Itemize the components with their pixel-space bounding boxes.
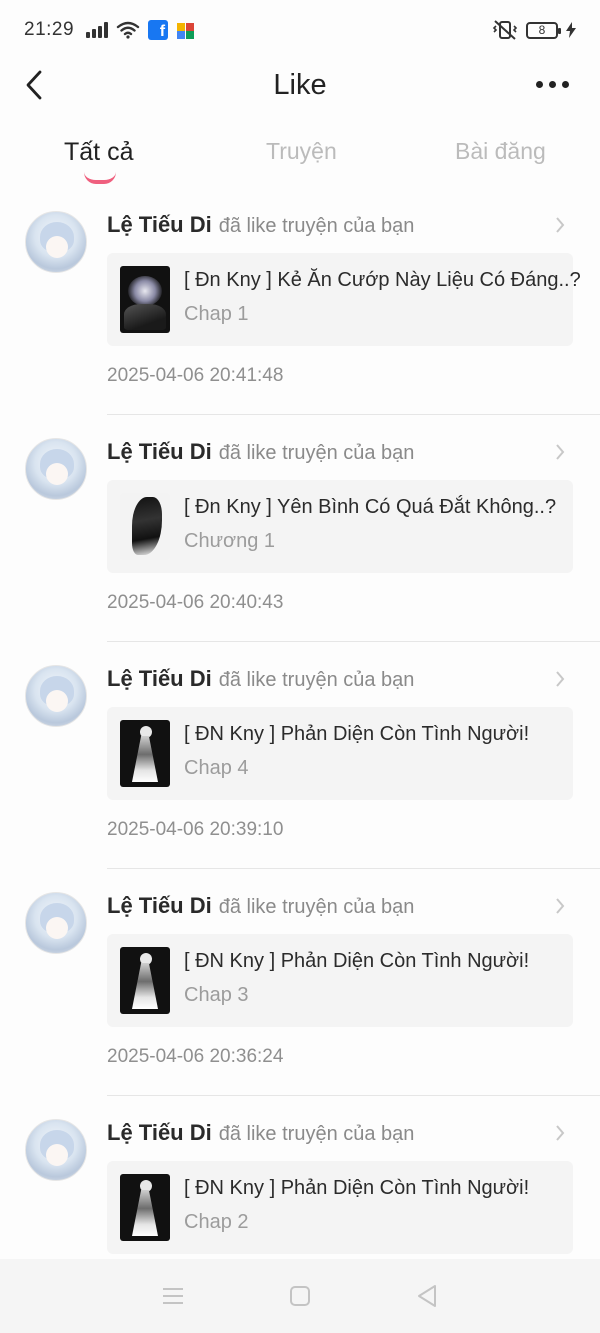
divider [107, 868, 600, 869]
chevron-right-icon[interactable] [554, 1124, 566, 1142]
liker-action: đã like truyện của bạn [218, 1123, 415, 1145]
page-title: Like [273, 68, 327, 101]
timestamp: 2025-04-06 20:36:24 [107, 1046, 284, 1067]
divider [107, 641, 600, 642]
liker-name[interactable]: Lệ Tiếu Di [107, 212, 212, 238]
battery-icon: 8 [526, 21, 561, 39]
back-button[interactable] [24, 68, 54, 102]
system-back-button[interactable] [412, 1281, 442, 1311]
story-title: [ Đn Kny ] Yên Bình Có Quá Đắt Không..? [184, 496, 557, 518]
chapter-label: Chương 1 [184, 530, 275, 552]
story-card[interactable]: [ ĐN Kny ] Phản Diện Còn Tình Người! Cha… [107, 934, 573, 1027]
liker-name[interactable]: Lệ Tiếu Di [107, 893, 212, 919]
story-cover-image [120, 720, 170, 787]
story-title: [ ĐN Kny ] Phản Diện Còn Tình Người! [184, 950, 530, 972]
story-title: [ Đn Kny ] Kẻ Ăn Cướp Này Liệu Có Đáng..… [184, 269, 581, 291]
chevron-right-icon[interactable] [554, 897, 566, 915]
tab-bar: Tất cả Truyện Bài đăng [0, 128, 600, 188]
vibrate-icon [492, 20, 518, 40]
chapter-label: Chap 4 [184, 757, 249, 779]
avatar[interactable] [25, 211, 87, 273]
chapter-label: Chap 3 [184, 984, 249, 1006]
battery-level: 8 [538, 23, 546, 37]
timestamp: 2025-04-06 20:41:48 [107, 365, 284, 386]
story-title: [ ĐN Kny ] Phản Diện Còn Tình Người! [184, 723, 530, 745]
divider [107, 414, 600, 415]
story-cover-image [120, 947, 170, 1014]
avatar[interactable] [25, 892, 87, 954]
active-tab-indicator [84, 172, 116, 184]
menu-button[interactable] [158, 1281, 188, 1311]
chevron-right-icon[interactable] [554, 670, 566, 688]
status-bar: 21:29 f 8 [0, 0, 600, 60]
story-cover-image [120, 1174, 170, 1241]
liker-name[interactable]: Lệ Tiếu Di [107, 666, 212, 692]
story-title: [ ĐN Kny ] Phản Diện Còn Tình Người! [184, 1177, 530, 1199]
chevron-right-icon[interactable] [554, 216, 566, 234]
like-notification-list: Lệ Tiếu Di đã like truyện của bạn [ Đn K… [0, 196, 600, 1331]
divider [107, 1095, 600, 1096]
puzzle-app-icon [177, 23, 195, 39]
charging-icon [566, 22, 576, 38]
chapter-label: Chap 2 [184, 1211, 249, 1233]
liker-action: đã like truyện của bạn [218, 669, 415, 691]
story-cover-image [120, 493, 170, 560]
avatar[interactable] [25, 665, 87, 727]
signal-icon [86, 22, 109, 38]
liker-action: đã like truyện của bạn [218, 896, 415, 918]
tab-stories[interactable]: Truyện [266, 138, 337, 165]
chevron-right-icon[interactable] [554, 443, 566, 461]
more-dots-icon [536, 80, 543, 88]
tab-posts[interactable]: Bài đăng [455, 138, 546, 165]
timestamp: 2025-04-06 20:40:43 [107, 592, 284, 613]
timestamp: 2025-04-06 20:39:10 [107, 819, 284, 840]
story-card[interactable]: [ ĐN Kny ] Phản Diện Còn Tình Người! Cha… [107, 1161, 573, 1254]
wifi-icon [116, 21, 140, 39]
status-time: 21:29 [24, 19, 75, 40]
system-nav-bar [0, 1259, 600, 1333]
avatar[interactable] [25, 438, 87, 500]
menu-icon [163, 1288, 184, 1304]
liker-name[interactable]: Lệ Tiếu Di [107, 1120, 212, 1146]
liker-name[interactable]: Lệ Tiếu Di [107, 439, 212, 465]
liker-action: đã like truyện của bạn [218, 215, 415, 237]
facebook-icon: f [148, 20, 169, 40]
liker-action: đã like truyện của bạn [218, 442, 415, 464]
back-triangle-icon [417, 1285, 436, 1307]
home-button[interactable] [285, 1281, 315, 1311]
list-item[interactable]: Lệ Tiếu Di đã like truyện của bạn [ ĐN K… [0, 650, 600, 877]
home-square-icon [289, 1286, 310, 1306]
list-item[interactable]: Lệ Tiếu Di đã like truyện của bạn [ Đn K… [0, 196, 600, 423]
avatar[interactable] [25, 1119, 87, 1181]
story-card[interactable]: [ Đn Kny ] Kẻ Ăn Cướp Này Liệu Có Đáng..… [107, 253, 581, 346]
header: Like [0, 60, 600, 110]
story-cover-image [120, 266, 170, 333]
more-options-button[interactable] [536, 74, 572, 94]
story-card[interactable]: [ Đn Kny ] Yên Bình Có Quá Đắt Không..? … [107, 480, 573, 573]
back-arrow-icon [26, 70, 42, 100]
list-item[interactable]: Lệ Tiếu Di đã like truyện của bạn [ ĐN K… [0, 877, 600, 1104]
story-card[interactable]: [ ĐN Kny ] Phản Diện Còn Tình Người! Cha… [107, 707, 573, 800]
tab-all[interactable]: Tất cả [64, 138, 133, 167]
list-item[interactable]: Lệ Tiếu Di đã like truyện của bạn [ Đn K… [0, 423, 600, 650]
chapter-label: Chap 1 [184, 303, 249, 325]
